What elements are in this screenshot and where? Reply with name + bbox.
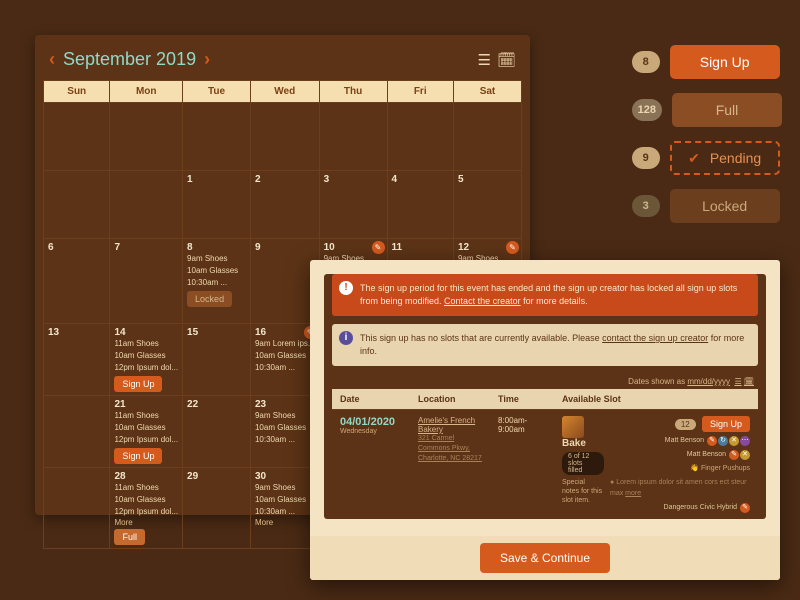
list-view-icon[interactable]: ☰: [478, 51, 491, 69]
legend-full-button[interactable]: Full: [672, 93, 782, 127]
action-icon[interactable]: ⋯: [740, 436, 750, 446]
action-icon[interactable]: ✎: [707, 436, 717, 446]
action-icon[interactable]: ✎: [740, 503, 750, 513]
day-header: Sat: [453, 81, 521, 103]
prev-month-chevron[interactable]: ‹: [49, 49, 55, 70]
slot-image: [562, 416, 584, 438]
calendar-view-icon[interactable]: 🗓: [497, 51, 516, 69]
calendar-cell[interactable]: 1411am Shoes10am Glasses12pm Ipsum dol..…: [110, 324, 183, 396]
calendar-cell[interactable]: 22: [183, 396, 251, 468]
calendar-cell[interactable]: [183, 103, 251, 171]
slot-fill-badge: 6 of 12 slots filled: [562, 452, 604, 475]
table-row: 04/01/2020 Wednesday Amelie's French Bak…: [332, 409, 758, 519]
legend-signup-count: 8: [632, 51, 660, 73]
calendar-cell[interactable]: 5: [453, 171, 521, 239]
slot-count-badge: 12: [675, 419, 696, 430]
day-header: Mon: [110, 81, 183, 103]
row-time: 8:00am-9:00am: [490, 410, 554, 519]
calendar-cell[interactable]: [319, 103, 387, 171]
contact-creator-link-2[interactable]: contact the sign up creator: [602, 333, 708, 343]
legend-locked-count: 3: [632, 195, 660, 217]
calendar-cell[interactable]: 13: [44, 324, 110, 396]
legend-full-count: 128: [632, 99, 662, 121]
calendar-cell[interactable]: [44, 396, 110, 468]
calendar-cell[interactable]: [44, 171, 110, 239]
calendar-cell[interactable]: 16✎9am Lorem ips...10am Glasses10:30am .…: [250, 324, 319, 396]
calendar-cell[interactable]: [387, 103, 453, 171]
calendar-cell[interactable]: 29: [183, 468, 251, 549]
cell-action-button[interactable]: Locked: [187, 291, 232, 307]
cell-action-button[interactable]: Sign Up: [114, 448, 162, 464]
action-icon[interactable]: ✎: [729, 450, 739, 460]
more-link[interactable]: more: [625, 490, 641, 497]
calendar-cell[interactable]: [453, 103, 521, 171]
edit-icon[interactable]: ✎: [372, 241, 385, 254]
calendar-cell[interactable]: 9: [250, 239, 319, 324]
calendar-cell[interactable]: 1: [183, 171, 251, 239]
calendar-header: ‹ September 2019 › ☰ 🗓: [43, 45, 522, 80]
calendar-cell[interactable]: 6: [44, 239, 110, 324]
more-link[interactable]: More: [255, 518, 315, 527]
calendar-cell[interactable]: 89am Shoes10am Glasses10:30am ...Locked: [183, 239, 251, 324]
calendar-cell[interactable]: 2: [250, 171, 319, 239]
day-header: Sun: [44, 81, 110, 103]
action-icon[interactable]: ✕: [729, 436, 739, 446]
calendar-cell[interactable]: 2111am Shoes10am Glasses12pm Ipsum dol..…: [110, 396, 183, 468]
action-icon[interactable]: ✕: [740, 450, 750, 460]
legend-pending-count: 9: [632, 147, 660, 169]
calendar-cell[interactable]: 7: [110, 239, 183, 324]
calendar-cell[interactable]: 3: [319, 171, 387, 239]
contact-creator-link[interactable]: Contact the creator: [444, 296, 521, 306]
location-link[interactable]: Amelie's French Bakery: [418, 416, 482, 434]
calendar-cell[interactable]: [250, 103, 319, 171]
calendar-cell[interactable]: 309am Shoes10am Glasses10:30am ...More: [250, 468, 319, 549]
day-header: Wed: [250, 81, 319, 103]
row-date: 04/01/2020: [340, 416, 402, 428]
day-header: Fri: [387, 81, 453, 103]
legend-signup-button[interactable]: Sign Up: [670, 45, 780, 79]
calendar-cell[interactable]: 239am Shoes10am Glasses10:30am ...: [250, 396, 319, 468]
day-header: Thu: [319, 81, 387, 103]
list-view-icon[interactable]: ☰: [734, 377, 741, 386]
calendar-cell[interactable]: [44, 103, 110, 171]
date-format-bar: Dates shown as mm/dd/yyyy ☰ 🗓: [324, 374, 766, 389]
calendar-title: September 2019: [63, 49, 196, 70]
cell-action-button[interactable]: Full: [114, 529, 145, 545]
address-link[interactable]: 321 Carmel Commons Pkwy, Charlotte, NC 2…: [418, 434, 482, 464]
save-continue-button[interactable]: Save & Continue: [480, 543, 610, 573]
slot-title: Bake: [562, 438, 586, 449]
legend-pending-button[interactable]: Pending: [670, 141, 780, 175]
info-icon: i: [339, 331, 353, 345]
error-banner: ! The sign up period for this event has …: [332, 274, 758, 316]
calendar-view-icon[interactable]: 🗓: [744, 377, 754, 386]
calendar-cell[interactable]: 2811am Shoes10am Glasses12pm Ipsum dol..…: [110, 468, 183, 549]
detail-popup: ! The sign up period for this event has …: [310, 260, 780, 580]
calendar-cell[interactable]: [110, 171, 183, 239]
info-banner: i This sign up has no slots that are cur…: [332, 324, 758, 366]
date-format-link[interactable]: mm/dd/yyyy: [687, 377, 730, 386]
calendar-cell[interactable]: [110, 103, 183, 171]
legend-locked-button[interactable]: Locked: [670, 189, 780, 223]
more-link[interactable]: More: [114, 518, 178, 527]
table-header: Date Location Time Available Slot: [332, 389, 758, 409]
legend: 8 Sign Up 128 Full 9 Pending 3 Locked: [632, 45, 782, 223]
row-signup-button[interactable]: Sign Up: [702, 416, 750, 432]
calendar-cell[interactable]: 15: [183, 324, 251, 396]
calendar-cell[interactable]: [44, 468, 110, 549]
action-icon[interactable]: ↻: [718, 436, 728, 446]
edit-icon[interactable]: ✎: [506, 241, 519, 254]
error-icon: !: [339, 281, 353, 295]
next-month-chevron[interactable]: ›: [204, 49, 210, 70]
calendar-cell[interactable]: 4: [387, 171, 453, 239]
cell-action-button[interactable]: Sign Up: [114, 376, 162, 392]
day-header: Tue: [183, 81, 251, 103]
